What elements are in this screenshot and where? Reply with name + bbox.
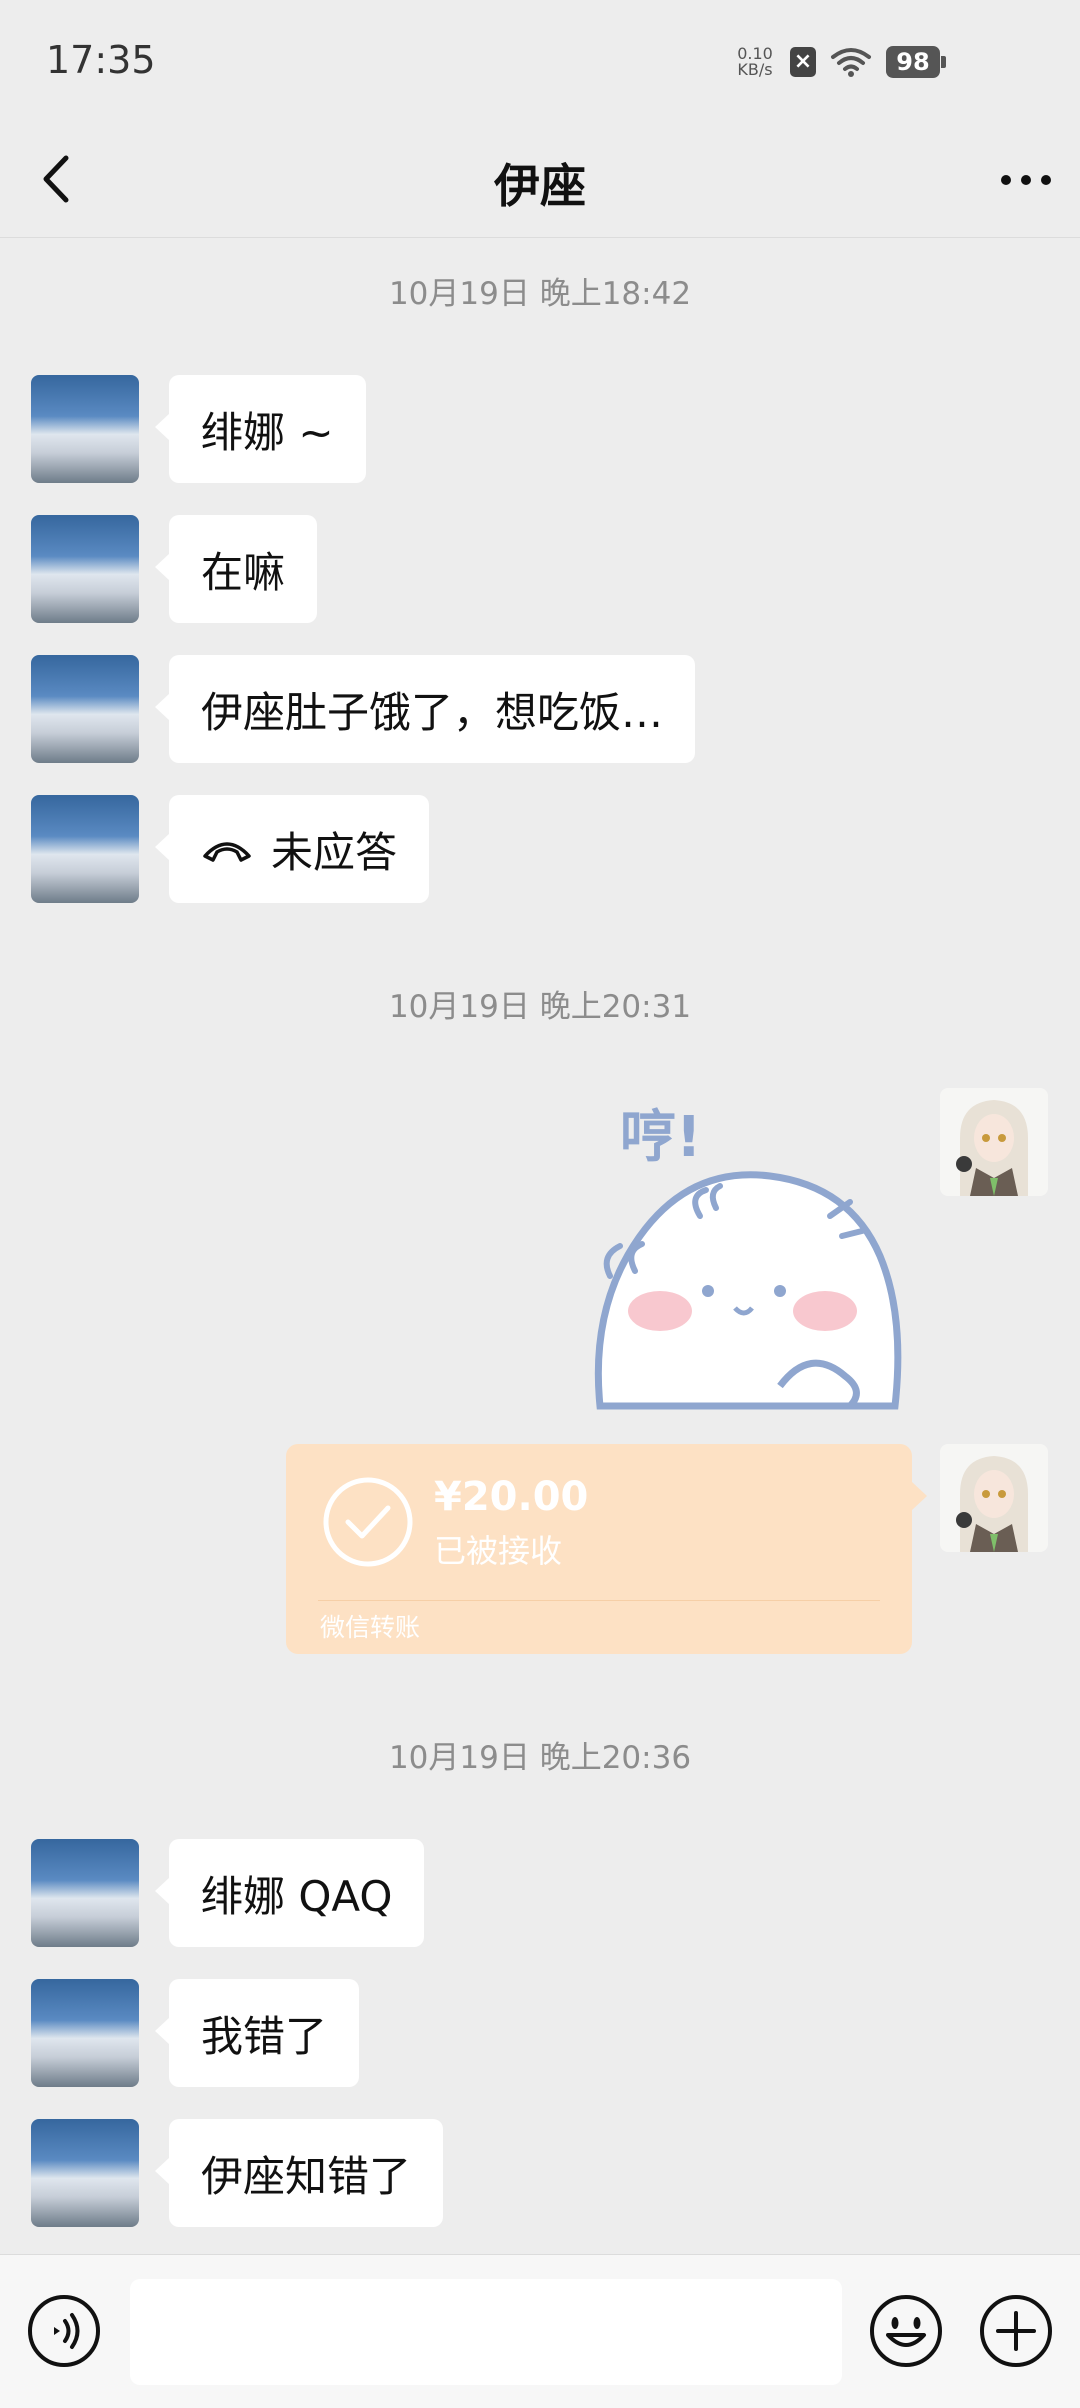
- contact-avatar[interactable]: [31, 515, 139, 623]
- contact-avatar[interactable]: [31, 1839, 139, 1947]
- message-bubble[interactable]: 在嘛: [154, 515, 318, 623]
- missed-call-bubble[interactable]: 未应答: [154, 795, 430, 903]
- net-speed-unit: KB/s: [737, 60, 773, 79]
- call-status: 未应答: [271, 827, 398, 877]
- message-bubble[interactable]: 我错了: [154, 1979, 360, 2087]
- net-speed: 0.10 KB/s: [734, 46, 776, 78]
- plus-icon[interactable]: [978, 2293, 1054, 2369]
- emoji-icon[interactable]: [868, 2293, 944, 2369]
- message-bubble[interactable]: 绯娜 QAQ: [154, 1839, 425, 1947]
- contact-avatar[interactable]: [31, 2119, 139, 2227]
- contact-avatar[interactable]: [31, 375, 139, 483]
- status-time: 17:35: [46, 38, 156, 82]
- transfer-label: 微信转账: [320, 1613, 421, 1642]
- timestamp: 10月19日 晚上20:31: [388, 989, 692, 1025]
- message-bubble[interactable]: 绯娜 ~: [155, 375, 366, 483]
- battery-indicator: 98: [886, 46, 946, 78]
- check-circle-icon: [323, 1477, 413, 1567]
- divider: [318, 1600, 880, 1601]
- voice-icon[interactable]: [26, 2293, 102, 2369]
- transfer-card[interactable]: ¥20.00 已被接收 微信转账: [286, 1444, 927, 1654]
- chat-title: 伊座: [494, 159, 586, 213]
- self-avatar[interactable]: [940, 1444, 1048, 1552]
- transfer-status: 已被接收: [434, 1532, 563, 1570]
- hangup-phone-icon: [203, 842, 251, 862]
- chat-header: 伊座: [0, 120, 1080, 238]
- message-input[interactable]: [130, 2279, 842, 2385]
- status-icons: 0.10 KB/s × 98: [734, 42, 946, 82]
- sticker-text: 哼!: [620, 1105, 702, 1170]
- message-bubble[interactable]: 伊座知错了: [154, 2119, 444, 2227]
- contact-avatar[interactable]: [31, 1979, 139, 2087]
- timestamp: 10月19日 晚上18:42: [388, 276, 692, 312]
- status-bar: 17:35 0.10 KB/s × 98: [0, 0, 1080, 120]
- timestamp: 10月19日 晚上20:36: [388, 1740, 692, 1776]
- contact-avatar[interactable]: [31, 795, 139, 903]
- sticker-image[interactable]: 哼!: [580, 1086, 910, 1416]
- wifi-icon: [831, 48, 871, 77]
- contact-avatar[interactable]: [31, 655, 139, 763]
- self-avatar[interactable]: [940, 1088, 1048, 1196]
- no-sim-icon: ×: [790, 47, 816, 77]
- more-icon[interactable]: [996, 150, 1056, 210]
- transfer-amount: ¥20.00: [434, 1474, 589, 1520]
- input-bar: [0, 2254, 1080, 2408]
- message-bubble[interactable]: 伊座肚子饿了，想吃饭…: [154, 655, 696, 763]
